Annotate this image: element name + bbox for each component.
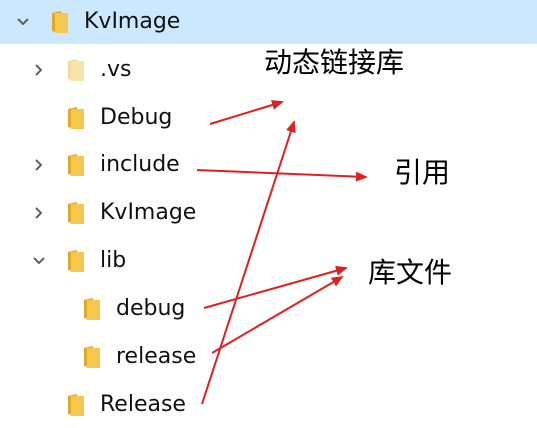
chevron-down-icon[interactable] (32, 254, 46, 268)
tree-row-kvimage[interactable]: KvImage (0, 191, 260, 235)
folder-icon (84, 298, 100, 320)
folder-icon (68, 59, 84, 81)
tree-label-lib-debug: debug (116, 296, 186, 321)
tree-row-lib[interactable]: lib (0, 239, 260, 283)
tree-row-release[interactable]: Release (0, 383, 260, 427)
tree-row-vs[interactable]: .vs (0, 48, 260, 92)
tree-row-lib-release[interactable]: release (0, 335, 260, 379)
folder-icon (68, 394, 84, 416)
annotation-lib-files: 库文件 (368, 256, 453, 289)
tree-row-root-kvimage[interactable]: KvImage (0, 0, 537, 44)
folder-icon (84, 346, 100, 368)
tree-row-lib-debug[interactable]: debug (0, 287, 260, 331)
tree-label-kvimage: KvImage (100, 200, 197, 225)
chevron-right-icon[interactable] (32, 63, 46, 77)
chevron-down-icon[interactable] (16, 15, 30, 29)
folder-icon (68, 202, 84, 224)
tree-label-debug: Debug (100, 105, 173, 130)
folder-icon (68, 250, 84, 272)
tree-label-root: KvImage (84, 9, 181, 34)
tree-row-include[interactable]: include (0, 143, 260, 187)
tree-label-lib: lib (100, 248, 127, 273)
chevron-right-icon[interactable] (32, 158, 46, 172)
folder-icon (68, 107, 84, 129)
explorer-tree-screenshot: KvImage .vs Debug include KvImage lib de… (0, 0, 537, 428)
chevron-right-icon[interactable] (32, 206, 46, 220)
annotation-reference: 引用 (394, 156, 451, 189)
tree-row-debug[interactable]: Debug (0, 96, 260, 140)
folder-icon (68, 154, 84, 176)
folder-icon (52, 11, 68, 33)
tree-label-include: include (100, 152, 180, 177)
tree-label-lib-release: release (116, 344, 197, 369)
annotation-dynamic-lib: 动态链接库 (264, 46, 405, 79)
tree-label-vs: .vs (100, 57, 132, 82)
tree-label-release: Release (100, 392, 186, 417)
